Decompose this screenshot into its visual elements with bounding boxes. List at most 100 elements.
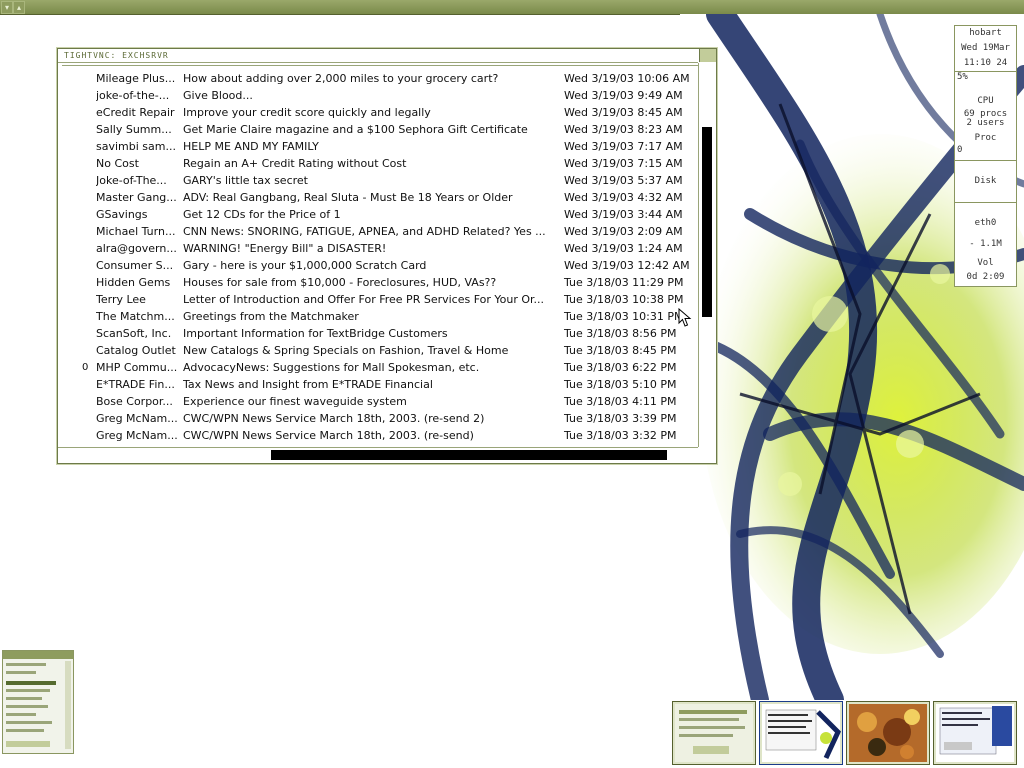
message-row[interactable]: Joke-of-The... GARY's little tax secret We… (62, 172, 698, 189)
message-subject: Get Marie Claire magazine and a $100 Sep… (183, 123, 528, 136)
message-date: Wed 3/19/03 8:45 AM (564, 106, 683, 119)
message-sender: Mileage Plus... (96, 72, 176, 85)
horizontal-scrollbar[interactable] (58, 447, 698, 463)
message-row[interactable]: Catalog Outlet New Catalogs & Spring Spec… (62, 342, 698, 359)
message-sender: Consumer S... (96, 259, 174, 272)
message-row[interactable]: Mileage Plus... How about adding over 2,0… (62, 70, 698, 87)
message-subject: Give Blood... (183, 89, 253, 102)
message-sender: Terry Lee (96, 293, 146, 306)
message-row[interactable]: 0 MHP Commu... AdvocacyNews: Suggestions f… (62, 359, 698, 376)
message-row[interactable]: GSavings Get 12 CDs for the Price of 1 Wed… (62, 206, 698, 223)
message-subject: Regain an A+ Credit Rating without Cost (183, 157, 407, 170)
message-row[interactable]: The Matchm... Greetings from the Matchmak… (62, 308, 698, 325)
message-subject: CWC/WPN News Service March 18th, 2003. (… (183, 412, 485, 425)
message-row[interactable]: No Cost Regain an A+ Credit Rating withou… (62, 155, 698, 172)
message-row[interactable]: ScanSoft, Inc. Important Information for … (62, 325, 698, 342)
message-date: Tue 3/18/03 3:32 PM (564, 429, 677, 442)
message-row[interactable]: Hidden Gems Houses for sale from $10,000 … (62, 274, 698, 291)
sysmon-disk-label: Disk (974, 176, 997, 186)
message-subject: Greetings from the Matchmaker (183, 310, 359, 323)
workspace-4[interactable] (933, 701, 1017, 765)
mouse-cursor-icon (678, 307, 692, 328)
message-subject: Letter of Introduction and Offer For Fre… (183, 293, 545, 306)
message-row[interactable]: Greg McNam... CWC/WPN News Service March … (62, 410, 698, 427)
message-date: Tue 3/18/03 3:39 PM (564, 412, 677, 425)
message-sender: Catalog Outlet (96, 344, 176, 357)
message-attachment-flag: 0 (82, 362, 89, 373)
message-date: Wed 3/19/03 10:06 AM (564, 72, 690, 85)
message-row[interactable]: alra@govern... WARNING! "Energy Bill" a D… (62, 240, 698, 257)
horizontal-scroll-thumb[interactable] (271, 450, 667, 460)
message-date: Wed 3/19/03 2:09 AM (564, 225, 683, 238)
message-sender: E*TRADE Fin... (96, 378, 175, 391)
sysmon-cpu-pct: 5% (957, 72, 968, 82)
sysmon-cpu-label: CPU (977, 96, 994, 106)
message-subject: Experience our finest waveguide system (183, 395, 407, 408)
message-sender: MHP Commu... (96, 361, 178, 374)
message-sender: GSavings (96, 208, 148, 221)
minimized-window-thumbnail[interactable] (2, 650, 74, 754)
panel-right-arrow-icon[interactable]: ▴ (13, 1, 25, 14)
message-date: Wed 3/19/03 12:42 AM (564, 259, 690, 272)
message-sender: alra@govern... (96, 242, 177, 255)
message-date: Wed 3/19/03 1:24 AM (564, 242, 683, 255)
workspace-pager (672, 701, 1022, 765)
message-date: Wed 3/19/03 4:32 AM (564, 191, 683, 204)
message-sender: Greg McNam... (96, 412, 178, 425)
message-sender: joke-of-the-... (96, 89, 170, 102)
message-subject: HELP ME AND MY FAMILY (183, 140, 319, 153)
message-subject: How about adding over 2,000 miles to you… (183, 72, 499, 85)
message-sender: Hidden Gems (96, 276, 171, 289)
message-row[interactable]: Consumer S... Gary - here is your $1,000,… (62, 257, 698, 274)
workspace-1[interactable] (672, 701, 756, 765)
message-subject: GARY's little tax secret (183, 174, 308, 187)
message-row[interactable]: joke-of-the-... Give Blood... Wed 3/19/03 … (62, 87, 698, 104)
message-date: Tue 3/18/03 10:38 PM (564, 293, 684, 306)
system-monitor: hobart Wed 19Mar 11:10 24 5% CPU 69 proc… (954, 25, 1017, 287)
sysmon-proc-zero: 0 (957, 145, 963, 155)
message-sender: Bose Corpor... (96, 395, 173, 408)
sysmon-net-value: - 1.1M (969, 239, 1002, 249)
sysmon-host: hobart (969, 28, 1002, 38)
message-subject: Improve your credit score quickly and le… (183, 106, 431, 119)
message-row[interactable]: Greg McNam... CWC/WPN News Service March … (62, 427, 698, 444)
message-sender: Joke-of-The... (96, 174, 167, 187)
message-subject: New Catalogs & Spring Specials on Fashio… (183, 344, 509, 357)
message-sender: ScanSoft, Inc. (96, 327, 172, 340)
message-row[interactable]: Bose Corpor... Experience our finest wave… (62, 393, 698, 410)
message-row[interactable]: Michael Turn... CNN News: SNORING, FATIGU… (62, 223, 698, 240)
message-sender: Greg McNam... (96, 429, 178, 442)
vertical-scrollbar[interactable] (698, 63, 716, 447)
vnc-titlebar[interactable]: TIGHTVNC: EXCHSRVR (58, 49, 698, 63)
message-row[interactable]: Sally Summ... Get Marie Claire magazine a… (62, 121, 698, 138)
message-date: Tue 3/18/03 6:22 PM (564, 361, 677, 374)
message-subject: Gary - here is your $1,000,000 Scratch C… (183, 259, 427, 272)
message-sender: Master Gang... (96, 191, 177, 204)
window-close-icon[interactable] (699, 49, 716, 62)
message-sender: The Matchm... (96, 310, 175, 323)
message-date: Wed 3/19/03 7:17 AM (564, 140, 683, 153)
panel-left-arrow-icon[interactable]: ▾ (1, 1, 13, 14)
sysmon-users: 2 users (966, 118, 1005, 128)
workspace-2[interactable] (759, 701, 843, 765)
sysmon-divider (955, 160, 1016, 161)
message-date: Wed 3/19/03 9:49 AM (564, 89, 683, 102)
message-date: Tue 3/18/03 8:45 PM (564, 344, 677, 357)
message-date: Tue 3/18/03 4:11 PM (564, 395, 677, 408)
message-row[interactable]: Master Gang... ADV: Real Gangbang, Real S… (62, 189, 698, 206)
message-subject: CNN News: SNORING, FATIGUE, APNEA, and A… (183, 225, 546, 238)
message-subject: Get 12 CDs for the Price of 1 (183, 208, 341, 221)
vertical-scroll-thumb[interactable] (702, 127, 712, 317)
message-subject: CWC/WPN News Service March 18th, 2003. (… (183, 429, 474, 442)
vnc-window: TIGHTVNC: EXCHSRVR Mileage Plus... How ab… (57, 48, 717, 464)
message-sender: Michael Turn... (96, 225, 176, 238)
message-date: Tue 3/18/03 5:10 PM (564, 378, 677, 391)
workspace-3[interactable] (846, 701, 930, 765)
message-row[interactable]: E*TRADE Fin... Tax News and Insight from … (62, 376, 698, 393)
message-row[interactable]: Terry Lee Letter of Introduction and Offe… (62, 291, 698, 308)
message-date: Wed 3/19/03 5:37 AM (564, 174, 683, 187)
message-subject: WARNING! "Energy Bill" a DISASTER! (183, 242, 387, 255)
message-row[interactable]: savimbi sam... HELP ME AND MY FAMILY Wed 3… (62, 138, 698, 155)
message-row[interactable]: eCredit Repair Improve your credit score … (62, 104, 698, 121)
sysmon-time: 11:10 24 (963, 58, 1008, 68)
